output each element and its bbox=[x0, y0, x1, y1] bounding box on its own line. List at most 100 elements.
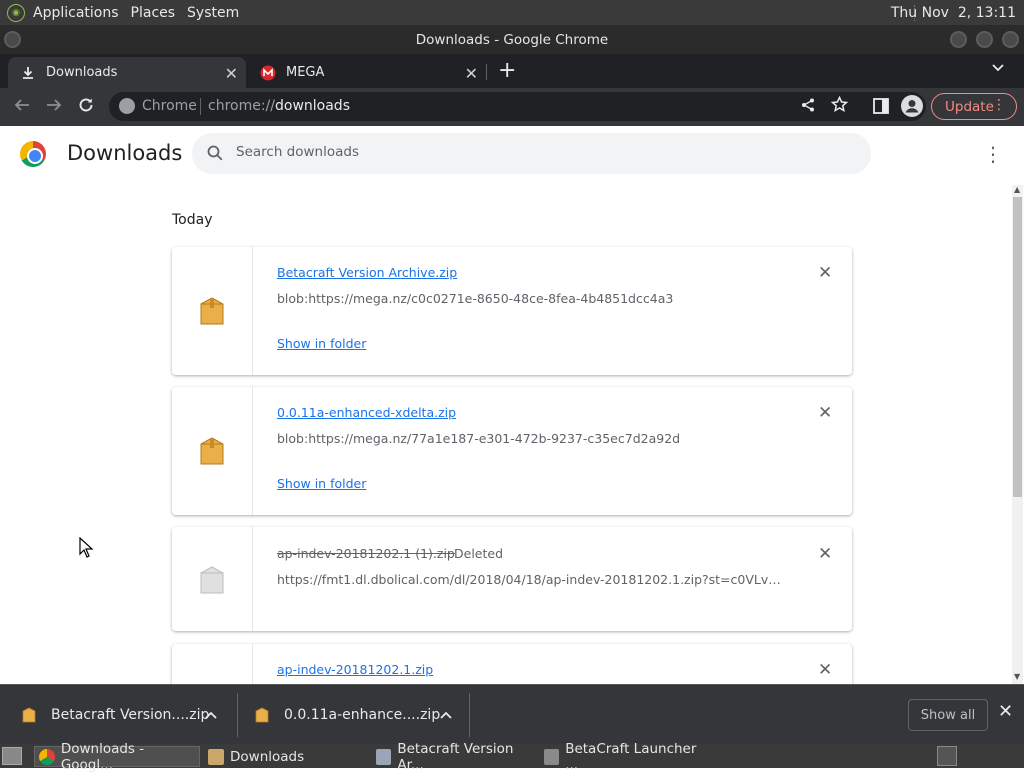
remove-download-icon[interactable]: ✕ bbox=[818, 263, 832, 283]
folder-icon bbox=[208, 748, 224, 765]
scroll-down-arrow-icon[interactable]: ▼ bbox=[1014, 672, 1020, 681]
remove-download-icon[interactable]: ✕ bbox=[818, 660, 832, 680]
close-shelf-icon[interactable]: ✕ bbox=[998, 701, 1013, 722]
tab-mega[interactable]: MEGA ✕ bbox=[248, 57, 486, 88]
kebab-menu-icon[interactable]: ⋮ bbox=[992, 97, 1006, 113]
top-panel: ◉ Applications Places System Thu Nov 2, … bbox=[0, 0, 1024, 25]
download-source-url[interactable]: https://fmt1.dl.dbolical.com/dl/2018/04/… bbox=[277, 572, 787, 587]
mega-icon bbox=[260, 65, 276, 81]
window-title: Downloads - Google Chrome bbox=[415, 31, 609, 48]
chevron-up-icon[interactable] bbox=[205, 708, 217, 723]
address-bar[interactable]: Chrome chrome://downloads bbox=[109, 92, 926, 121]
taskbar-item-betacraft-archive[interactable]: Betacraft Version Ar... bbox=[372, 741, 538, 773]
download-shelf: Betacraft Version....zip 0.0.11a-enhance… bbox=[0, 684, 1024, 744]
close-tab-icon[interactable]: ✕ bbox=[465, 64, 478, 83]
file-icon-column bbox=[172, 527, 253, 631]
bookmark-star-icon[interactable] bbox=[830, 95, 849, 118]
zip-archive-icon bbox=[22, 707, 36, 723]
minimize-button[interactable] bbox=[950, 31, 967, 48]
system-menu[interactable]: System bbox=[181, 0, 245, 25]
scrollbar-thumb[interactable] bbox=[1013, 197, 1022, 497]
new-tab-icon[interactable]: + bbox=[498, 58, 516, 83]
clock[interactable]: Thu Nov 2, 13:11 bbox=[891, 0, 1016, 25]
back-arrow-icon[interactable] bbox=[13, 96, 31, 119]
omnibox-scheme-label: Chrome bbox=[142, 98, 197, 114]
update-button[interactable]: Update ⋮ bbox=[931, 93, 1017, 120]
side-panel-icon[interactable] bbox=[873, 98, 889, 119]
close-window-button[interactable] bbox=[1002, 31, 1019, 48]
taskbar-item-betacraft-launcher[interactable]: BetaCraft Launcher ... bbox=[540, 741, 706, 773]
bottom-taskbar: Downloads - Googl... Downloads Betacraft… bbox=[0, 741, 1024, 773]
remove-download-icon[interactable]: ✕ bbox=[818, 403, 832, 423]
forward-arrow-icon[interactable] bbox=[45, 96, 63, 119]
zip-archive-icon bbox=[255, 707, 269, 723]
taskbar-item-label: Downloads bbox=[230, 748, 305, 765]
chrome-site-icon[interactable] bbox=[119, 98, 135, 114]
tab-label: MEGA bbox=[286, 65, 325, 80]
download-status-badge: Deleted bbox=[454, 546, 504, 561]
java-app-icon bbox=[544, 748, 560, 765]
distro-logo-icon[interactable]: ◉ bbox=[7, 3, 25, 22]
remove-download-icon[interactable]: ✕ bbox=[818, 544, 832, 564]
url-text[interactable]: chrome://downloads bbox=[208, 98, 350, 114]
more-actions-icon[interactable]: ⋮ bbox=[983, 142, 1003, 166]
applications-menu[interactable]: Applications bbox=[27, 0, 125, 25]
shelf-download-item[interactable]: 0.0.11a-enhance....zip bbox=[255, 685, 465, 745]
shelf-download-item[interactable]: Betacraft Version....zip bbox=[22, 685, 232, 745]
tab-search-chevron-icon[interactable] bbox=[992, 60, 1004, 76]
tray-chrome-icon[interactable] bbox=[937, 746, 957, 766]
tab-label: Downloads bbox=[46, 65, 118, 80]
show-desktop-icon[interactable] bbox=[2, 747, 22, 765]
file-icon-column bbox=[172, 387, 253, 515]
search-box[interactable] bbox=[192, 133, 871, 174]
tab-downloads[interactable]: Downloads ✕ bbox=[8, 57, 246, 88]
share-icon[interactable] bbox=[800, 97, 816, 118]
taskbar-item-files[interactable]: Downloads bbox=[204, 746, 370, 767]
show-in-folder-link[interactable]: Show in folder bbox=[277, 336, 366, 351]
download-source-url[interactable]: blob:https://mega.nz/77a1e187-e301-472b-… bbox=[277, 431, 787, 446]
deleted-file-icon bbox=[200, 566, 224, 594]
maximize-button[interactable] bbox=[976, 31, 993, 48]
close-tab-icon[interactable]: ✕ bbox=[225, 64, 238, 83]
search-input[interactable] bbox=[236, 144, 836, 160]
shelf-separator bbox=[469, 693, 470, 737]
page-title: Downloads bbox=[67, 141, 183, 165]
download-card: Betacraft Version Archive.zip blob:https… bbox=[172, 247, 852, 375]
archive-manager-icon bbox=[376, 748, 392, 765]
chrome-icon bbox=[39, 748, 55, 765]
search-icon bbox=[206, 144, 224, 162]
url-prefix: chrome:// bbox=[208, 98, 275, 114]
places-menu[interactable]: Places bbox=[125, 0, 182, 25]
url-host: downloads bbox=[275, 98, 350, 114]
window-menu-icon[interactable] bbox=[4, 31, 21, 48]
shelf-separator bbox=[237, 693, 238, 737]
tab-separator bbox=[486, 64, 487, 80]
reload-icon[interactable] bbox=[77, 96, 95, 119]
download-source-url[interactable]: blob:https://mega.nz/c0c0271e-8650-48ce-… bbox=[277, 291, 787, 306]
download-filename-link[interactable]: ap-indev-20181202.1.zip bbox=[277, 662, 433, 677]
download-filename-link[interactable]: Betacraft Version Archive.zip bbox=[277, 265, 457, 280]
download-icon bbox=[20, 65, 36, 81]
download-filename: ap-indev-20181202.1 (1).zip bbox=[277, 546, 455, 561]
profile-avatar-icon[interactable] bbox=[901, 95, 923, 117]
zip-archive-icon bbox=[200, 297, 224, 325]
zip-archive-icon bbox=[200, 437, 224, 465]
show-all-button[interactable]: Show all bbox=[908, 699, 988, 731]
shelf-item-label: Betacraft Version....zip bbox=[51, 707, 210, 723]
shelf-item-label: 0.0.11a-enhance....zip bbox=[284, 707, 441, 723]
page-scrollbar[interactable]: ▲ ▼ bbox=[1012, 185, 1023, 684]
file-icon-column bbox=[172, 247, 253, 375]
taskbar-item-chrome[interactable]: Downloads - Googl... bbox=[34, 741, 200, 773]
browser-toolbar: Chrome chrome://downloads Update ⋮ bbox=[0, 88, 1024, 126]
download-filename-link[interactable]: 0.0.11a-enhanced-xdelta.zip bbox=[277, 405, 456, 420]
omnibox-divider bbox=[200, 98, 201, 115]
chrome-logo-icon bbox=[20, 141, 46, 167]
mouse-cursor-icon bbox=[79, 537, 93, 558]
chevron-up-icon[interactable] bbox=[440, 708, 452, 723]
download-card-deleted: ap-indev-20181202.1 (1).zip Deleted http… bbox=[172, 527, 852, 631]
window-titlebar[interactable]: Downloads - Google Chrome bbox=[0, 25, 1024, 54]
scroll-up-arrow-icon[interactable]: ▲ bbox=[1014, 185, 1020, 194]
update-label: Update bbox=[945, 98, 994, 115]
show-in-folder-link[interactable]: Show in folder bbox=[277, 476, 366, 491]
download-card: 0.0.11a-enhanced-xdelta.zip blob:https:/… bbox=[172, 387, 852, 515]
